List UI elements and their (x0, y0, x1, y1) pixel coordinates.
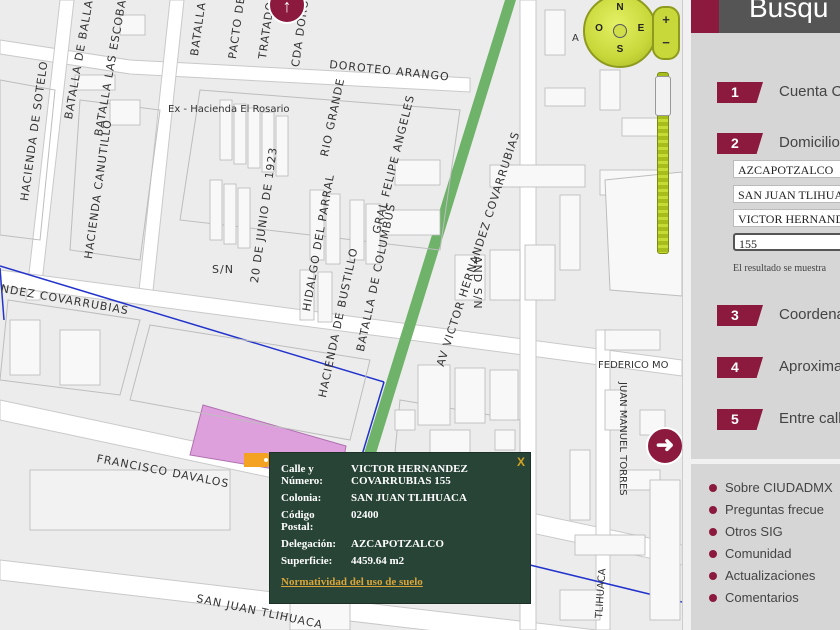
compass-center-icon[interactable] (613, 24, 627, 38)
panel-header: Busqu (691, 0, 840, 33)
link-label: Comentarios (725, 590, 799, 605)
info-key: Colonia: (281, 492, 322, 504)
link-label: Sobre CIUDADMX (725, 480, 833, 495)
info-row-calle: Calle y Número: VICTOR HERNANDEZ COVARRUB… (279, 463, 530, 492)
street-sn-1: S/N (212, 263, 234, 276)
street-juan-manuel-torres: JUAN MANUEL TORRES (617, 382, 628, 496)
step-label: Entre calle (779, 410, 840, 427)
parcel-info-popup: X Calle y Número: VICTOR HERNANDEZ COVARR… (269, 452, 531, 604)
bullet-icon (709, 550, 717, 558)
pan-east-button[interactable]: E (635, 23, 647, 34)
info-row-colonia: Colonia: SAN JUAN TLIHUACA (279, 492, 530, 509)
bullet-icon (709, 572, 717, 580)
search-panel: Busqu 1Cuenta Ca 2Domicilio 3Coordena 4A… (682, 0, 840, 630)
step-number: 4 (717, 357, 763, 378)
step-number: 3 (717, 305, 763, 326)
info-row-delegacion: Delegación: AZCAPOTZALCO (279, 538, 530, 555)
street-a: A (572, 33, 579, 44)
pan-south-button[interactable]: S (614, 44, 626, 55)
step-label: Cuenta Ca (779, 83, 840, 100)
bullet-icon (709, 506, 717, 514)
panel-title: Busqu (749, 0, 829, 23)
info-key: Código Postal: (281, 509, 315, 533)
delegacion-field[interactable]: AZCAPOTZALCO (733, 160, 840, 178)
label-ex-hacienda: Ex - Hacienda El Rosario (168, 104, 290, 115)
bullet-icon (709, 484, 717, 492)
pan-west-button[interactable]: O (593, 23, 605, 34)
step-number: 1 (717, 82, 763, 103)
pan-north-button[interactable]: N (614, 2, 626, 13)
link-label: Otros SIG (725, 524, 783, 539)
info-value: SAN JUAN TLIHUACA (351, 492, 467, 504)
step-label: Coordena (779, 306, 840, 323)
info-row-cp: Código Postal: 02400 (279, 509, 530, 538)
map-view[interactable]: BATALLA DE BALLAN BATALLA LAS ESCOBAS BA… (0, 0, 682, 630)
colonia-field[interactable]: SAN JUAN TLIHUA (733, 185, 840, 203)
street-and-sn: AND S/N (471, 256, 484, 310)
info-key: Calle y Número: (281, 463, 323, 487)
result-note: El resultado se muestra (733, 263, 827, 274)
zoom-slider-thumb[interactable] (655, 76, 671, 116)
zoom-buttons: + − (652, 6, 680, 60)
info-key: Superficie: (281, 555, 333, 567)
footer-links: Sobre CIUDADMX Preguntas frecue Otros SI… (691, 464, 840, 630)
info-key: Delegación: (281, 538, 336, 550)
calle-field[interactable]: VICTOR HERNAND (733, 209, 840, 227)
numero-field[interactable]: 155 (733, 233, 840, 251)
info-value: 02400 (351, 509, 379, 521)
link-label: Comunidad (725, 546, 792, 561)
info-value: 4459.64 m2 (351, 555, 405, 567)
bullet-icon (709, 528, 717, 536)
bullet-icon (709, 594, 717, 602)
info-row-superficie: Superficie: 4459.64 m2 (279, 555, 530, 572)
road-batalla (137, 0, 185, 301)
zoom-in-button[interactable]: + (654, 8, 678, 31)
arrow-right-icon[interactable]: ➜ (646, 427, 682, 465)
street-federico: FEDERICO MO (598, 360, 669, 371)
info-value: AZCAPOTZALCO (351, 538, 444, 550)
header-accent (691, 0, 719, 33)
link-label: Actualizaciones (725, 568, 816, 583)
parcel-info-table: Calle y Número: VICTOR HERNANDEZ COVARRUB… (279, 463, 530, 572)
step-number: 5 (717, 409, 763, 430)
info-value: VICTOR HERNANDEZ COVARRUBIAS 155 (351, 463, 468, 487)
land-use-link[interactable]: Normatividad del uso de suelo (281, 576, 423, 588)
link-label: Preguntas frecue (725, 502, 825, 517)
step-label: Domicilio (779, 134, 840, 151)
step-label: Aproxima (779, 358, 840, 375)
zoom-out-button[interactable]: − (654, 31, 678, 54)
step-number: 2 (717, 133, 763, 154)
